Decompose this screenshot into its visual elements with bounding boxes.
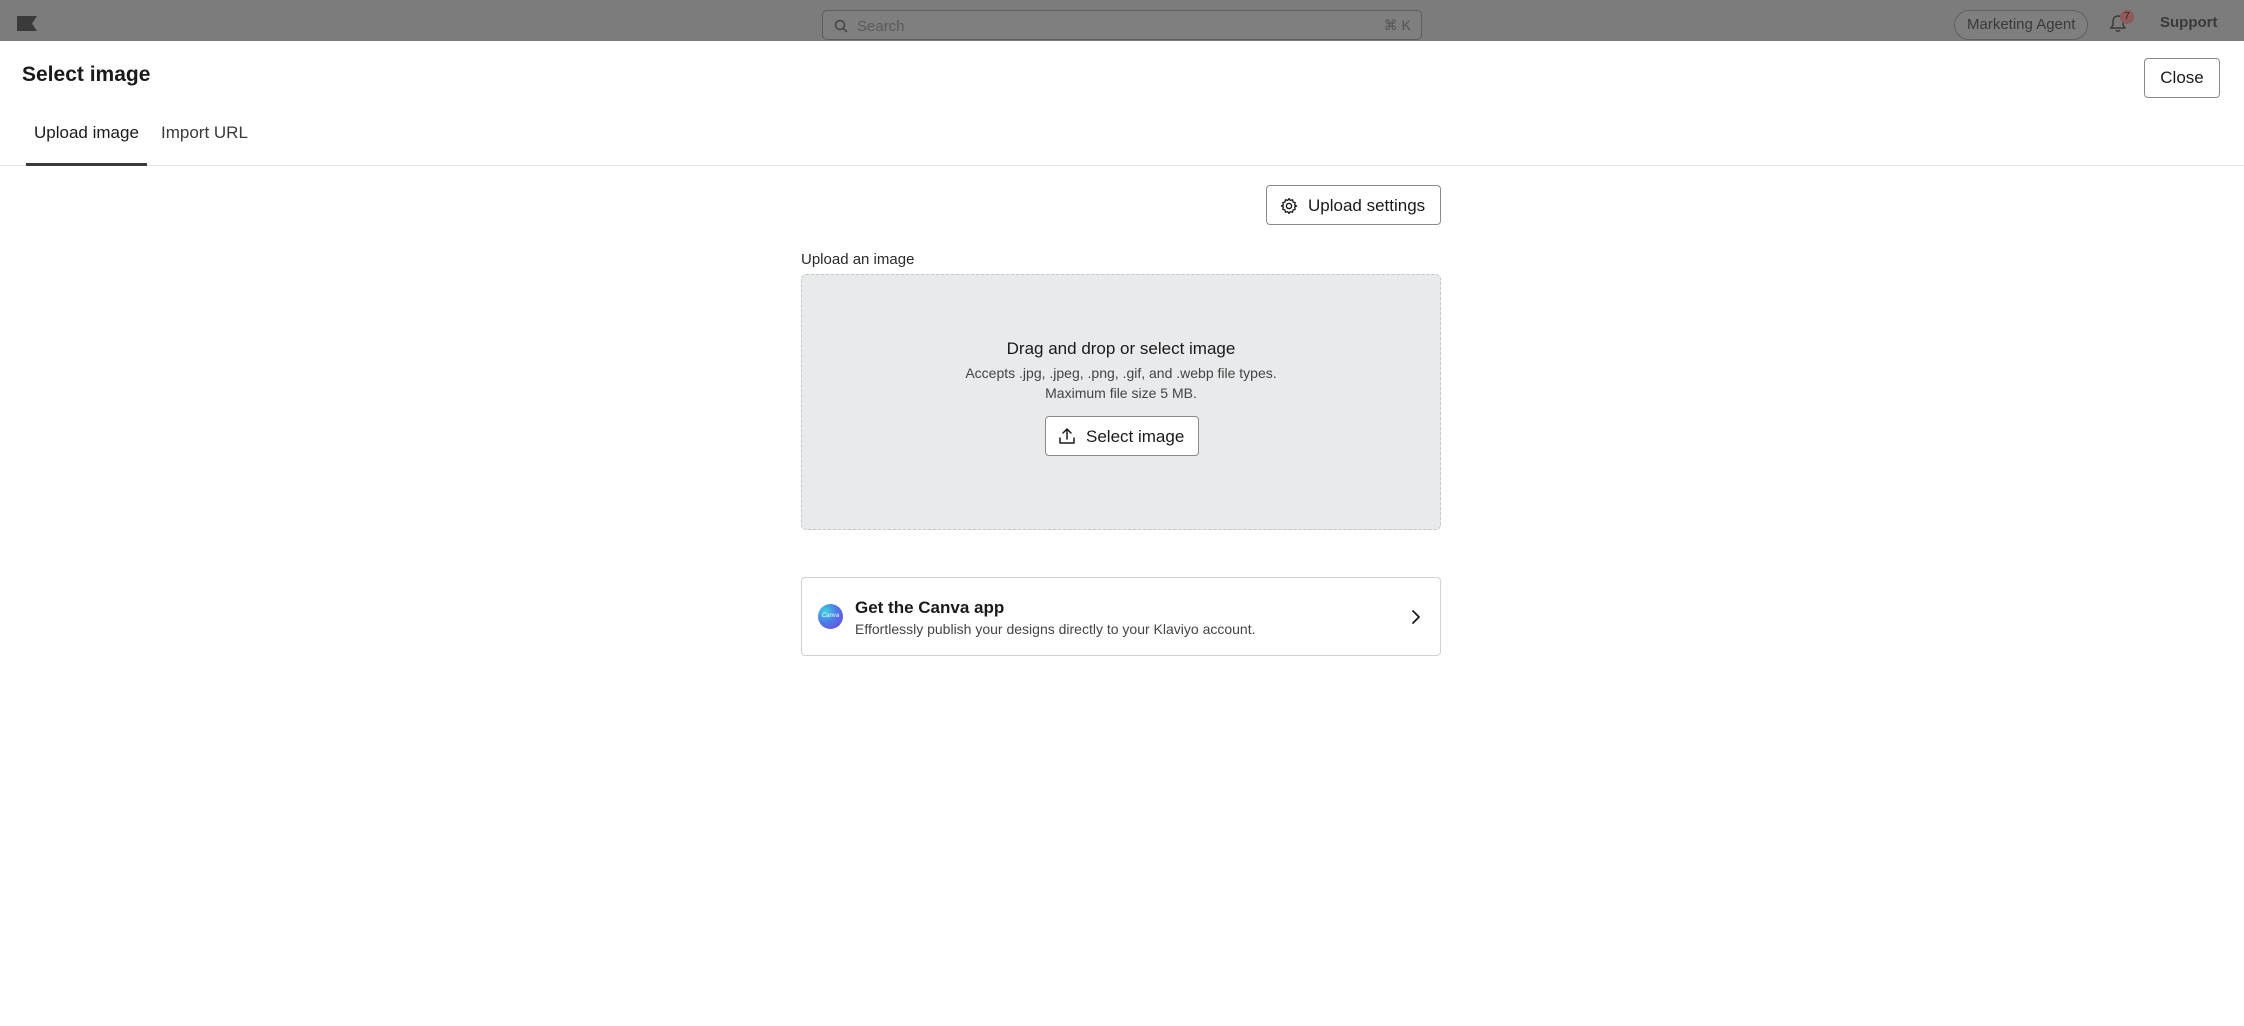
support-link[interactable]: Support <box>2160 14 2218 31</box>
select-image-label: Select image <box>1086 427 1185 446</box>
chevron-right-icon <box>1412 610 1420 624</box>
canva-card-description: Effortlessly publish your designs direct… <box>855 621 1256 637</box>
upload-settings-button[interactable]: Upload settings <box>1266 185 1441 225</box>
modal-title: Select image <box>22 63 151 86</box>
global-search[interactable]: ⌘ K <box>822 10 1422 40</box>
upload-icon <box>1059 428 1075 444</box>
search-shortcut: ⌘ K <box>1383 17 1411 33</box>
canva-logo-icon: Canva <box>818 604 843 629</box>
search-icon <box>834 19 848 33</box>
canva-card-title: Get the Canva app <box>855 598 1005 617</box>
select-image-button[interactable]: Select image <box>1045 416 1199 456</box>
notification-badge: 7 <box>2120 10 2134 24</box>
accepted-types-text: Accepts .jpg, .jpeg, .png, .gif, and .we… <box>965 365 1277 381</box>
image-dropzone[interactable]: Drag and drop or select image Accepts .j… <box>801 274 1441 530</box>
tab-import-url[interactable]: Import URL <box>153 117 256 166</box>
modal-tabs: Upload image Import URL <box>0 117 2244 166</box>
app-topbar: ⌘ K Marketing Agent 7 Support <box>0 0 2244 41</box>
canva-app-card[interactable]: Canva Get the Canva app Effortlessly pub… <box>801 577 1441 656</box>
dropzone-title: Drag and drop or select image <box>1006 339 1236 358</box>
upload-field-label: Upload an image <box>801 251 915 268</box>
max-size-text: Maximum file size 5 MB. <box>1045 385 1197 401</box>
upload-settings-label: Upload settings <box>1308 196 1426 215</box>
gear-icon <box>1280 197 1298 215</box>
klaviyo-flag-icon[interactable] <box>17 16 37 31</box>
tab-upload-image[interactable]: Upload image <box>26 117 147 166</box>
marketing-agent-button[interactable]: Marketing Agent <box>1954 10 2089 40</box>
select-image-modal: Select image Close Upload image Import U… <box>0 41 2244 1026</box>
search-input[interactable] <box>855 15 1275 37</box>
close-button[interactable]: Close <box>2144 58 2220 98</box>
